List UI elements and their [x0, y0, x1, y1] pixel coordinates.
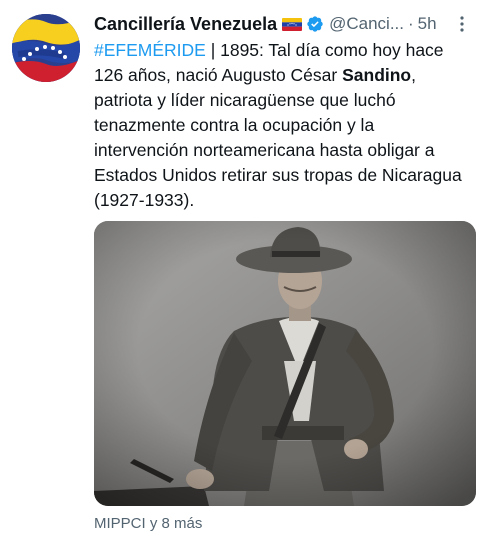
separator-dot: ·: [407, 14, 414, 33]
tweet-header: Cancillería Venezuela @Canci... · 5h: [94, 10, 470, 38]
tweet-photo[interactable]: [94, 221, 476, 506]
display-name[interactable]: Cancillería Venezuela: [94, 14, 277, 35]
handle[interactable]: @Canci...: [329, 14, 404, 34]
tweet[interactable]: Cancillería Venezuela @Canci... · 5h #EF…: [0, 0, 482, 541]
hashtag-link[interactable]: #EFEMÉRIDE: [94, 40, 206, 60]
timestamp[interactable]: 5h: [418, 14, 437, 34]
tweet-bold-name: Sandino: [342, 65, 412, 85]
tweet-text-part2: , patriota y líder nicaragüense que luch…: [94, 65, 462, 210]
liked-by-text[interactable]: MIPPCI y 8 más: [94, 515, 202, 532]
tweet-text: #EFEMÉRIDE | 1895: Tal día como hoy hace…: [94, 38, 470, 213]
more-options-icon[interactable]: [454, 14, 470, 34]
venezuela-flag-avatar-image: [12, 14, 80, 82]
sepia-portrait-image: [94, 221, 476, 506]
venezuela-flag-icon: [282, 17, 303, 31]
tweet-content: Cancillería Venezuela @Canci... · 5h #EF…: [94, 10, 470, 213]
verified-icon: [306, 15, 324, 33]
avatar[interactable]: [12, 14, 80, 82]
